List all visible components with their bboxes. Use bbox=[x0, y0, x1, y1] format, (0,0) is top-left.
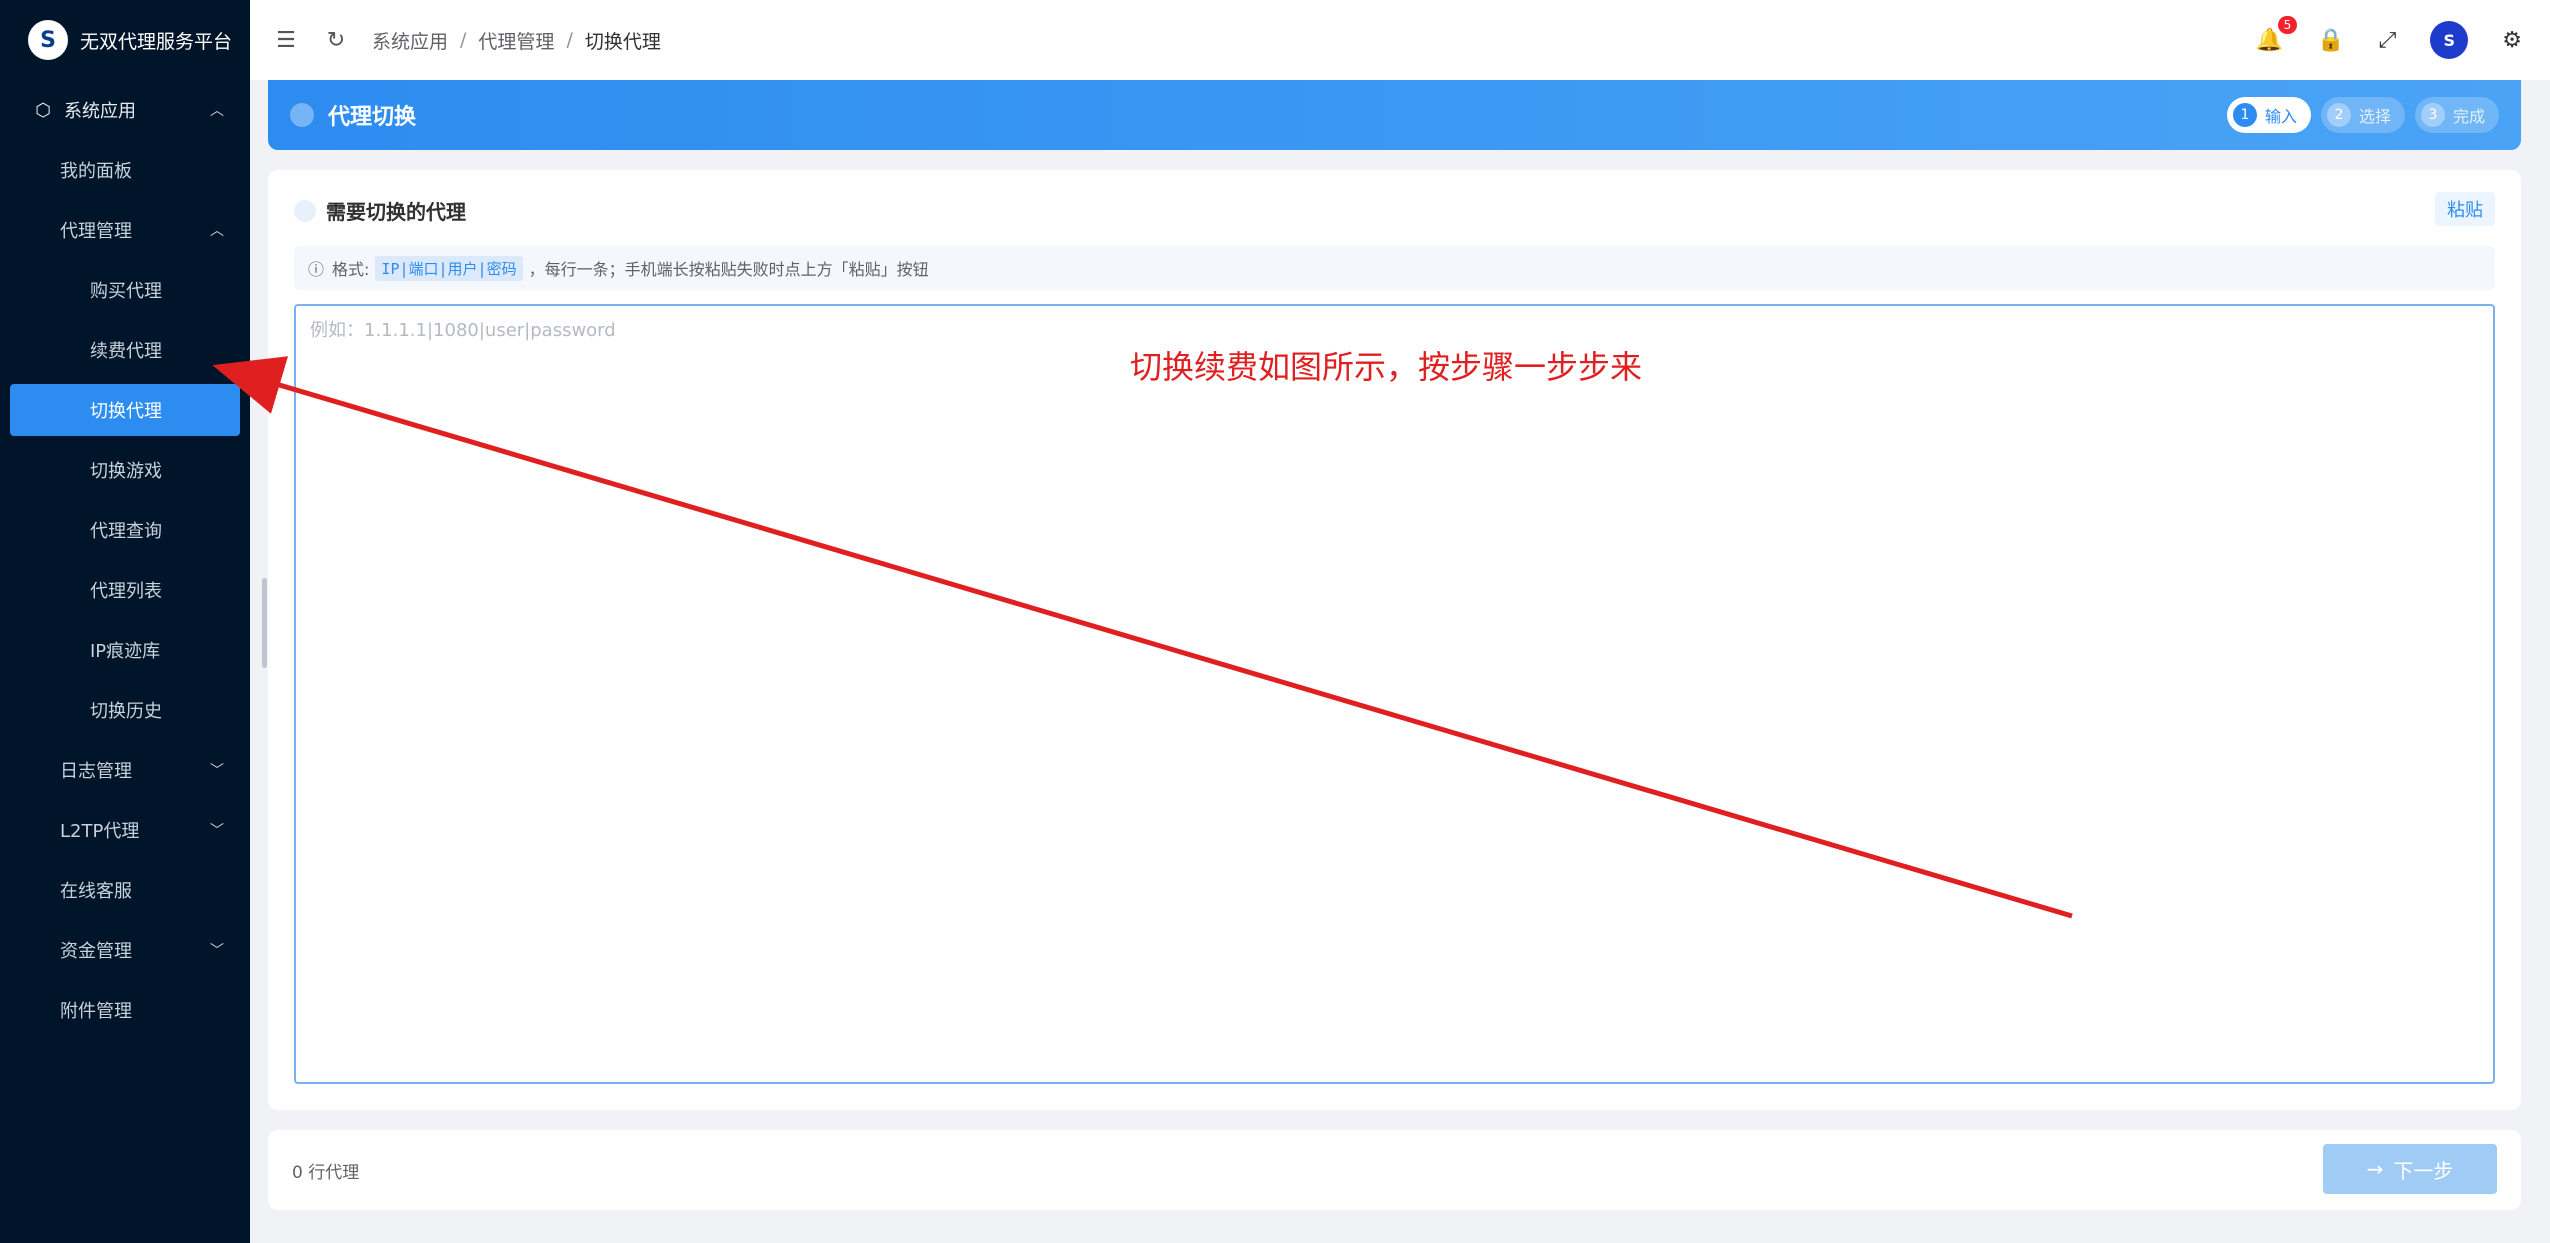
menu-collapse-icon[interactable]: ☰ bbox=[272, 28, 300, 53]
switch-icon bbox=[290, 103, 314, 127]
hint-prefix: 格式: bbox=[332, 260, 370, 279]
breadcrumb-item[interactable]: 代理管理 bbox=[478, 27, 554, 54]
sidebar-item-buy-proxy[interactable]: 购买代理 bbox=[0, 260, 250, 320]
format-hint: ⓘ 格式: IP|端口|用户|密码 ，每行一条；手机端长按粘贴失败时点上方「粘贴… bbox=[294, 246, 2495, 290]
step-label: 输入 bbox=[2264, 107, 2297, 126]
step-label: 选择 bbox=[2358, 107, 2391, 126]
sidebar-item-dashboard[interactable]: 我的面板 bbox=[0, 140, 250, 200]
sidebar-item-label: 切换历史 bbox=[90, 701, 162, 722]
sidebar-item-proxy-list[interactable]: 代理列表 bbox=[0, 560, 250, 620]
row-count: 0 行代理 bbox=[292, 1162, 360, 1183]
sidebar-item-label: IP痕迹库 bbox=[90, 641, 161, 662]
chevron-down-icon: ﹀ bbox=[210, 763, 224, 779]
fullscreen-icon[interactable]: ⤢ bbox=[2379, 28, 2397, 53]
step-complete: 3 完成 bbox=[2414, 97, 2499, 133]
sidebar-item-switch-game[interactable]: 切换游戏 bbox=[0, 440, 250, 500]
sidebar-item-label: 切换游戏 bbox=[90, 461, 162, 482]
next-step-label: 下一步 bbox=[2393, 1158, 2454, 1183]
sidebar-item-label: 代理查询 bbox=[90, 521, 162, 542]
sidebar-item-label: L2TP代理 bbox=[60, 821, 140, 842]
breadcrumb: 系统应用 / 代理管理 / 切换代理 bbox=[372, 27, 661, 54]
sidebar-item-switch-history[interactable]: 切换历史 bbox=[0, 680, 250, 740]
sidebar-item-label: 日志管理 bbox=[60, 761, 132, 782]
proxy-textarea[interactable] bbox=[294, 304, 2495, 1084]
chevron-up-icon: ︿ bbox=[210, 103, 224, 119]
hint-format-code: IP|端口|用户|密码 bbox=[375, 255, 523, 281]
notification-badge: 5 bbox=[2277, 15, 2298, 34]
sidebar-item-proxy-management[interactable]: 代理管理 ︿ bbox=[0, 200, 250, 260]
paste-button[interactable]: 粘贴 bbox=[2435, 192, 2495, 226]
chevron-up-icon: ︿ bbox=[210, 223, 224, 239]
cube-icon: ⬡ bbox=[35, 99, 51, 121]
header-actions: 🔔 5 🔒 ⤢ S ⚙ bbox=[2256, 0, 2522, 80]
info-icon: ⓘ bbox=[308, 260, 325, 279]
scrollbar[interactable] bbox=[262, 578, 267, 668]
arrow-right-icon: → bbox=[2366, 1157, 2384, 1181]
sidebar-item-online-support[interactable]: 在线客服 bbox=[0, 860, 250, 920]
brand-title: 无双代理服务平台 bbox=[80, 30, 233, 53]
sidebar-item-label: 购买代理 bbox=[90, 281, 162, 302]
bell-icon[interactable]: 🔔 5 bbox=[2256, 15, 2298, 53]
step-input: 1 输入 bbox=[2226, 97, 2311, 133]
card-title: 需要切换的代理 bbox=[326, 200, 466, 224]
sidebar-item-attachment-management[interactable]: 附件管理 bbox=[0, 980, 250, 1040]
sidebar-item-label: 附件管理 bbox=[60, 1001, 132, 1022]
breadcrumb-item[interactable]: 系统应用 bbox=[372, 27, 448, 54]
sidebar-item-system-apps[interactable]: ⬡ 系统应用 ︿ bbox=[0, 80, 250, 140]
sidebar-item-log-management[interactable]: 日志管理 ﹀ bbox=[0, 740, 250, 800]
sidebar-item-switch-proxy[interactable]: 切换代理 bbox=[10, 384, 240, 436]
sidebar-item-label: 在线客服 bbox=[60, 881, 132, 902]
refresh-icon[interactable]: ↻ bbox=[322, 28, 350, 53]
next-step-button[interactable]: → 下一步 bbox=[2323, 1144, 2497, 1194]
sidebar-item-label: 系统应用 bbox=[64, 101, 136, 122]
breadcrumb-separator: / bbox=[460, 29, 467, 51]
step-select: 2 选择 bbox=[2320, 97, 2405, 133]
proxy-input-card: 需要切换的代理 粘贴 ⓘ 格式: IP|端口|用户|密码 ，每行一条；手机端长按… bbox=[268, 170, 2521, 1110]
step-number: 1 bbox=[2232, 103, 2257, 127]
sidebar-item-proxy-query[interactable]: 代理查询 bbox=[0, 500, 250, 560]
sidebar-item-label: 代理管理 bbox=[60, 221, 132, 242]
sidebar-item-label: 代理列表 bbox=[90, 581, 162, 602]
steps: 1 输入 2 选择 3 完成 bbox=[2226, 97, 2499, 133]
step-label: 完成 bbox=[2452, 107, 2485, 126]
sidebar-item-label: 资金管理 bbox=[60, 941, 132, 962]
sidebar-item-ip-trace[interactable]: IP痕迹库 bbox=[0, 620, 250, 680]
hint-suffix: ，每行一条；手机端长按粘贴失败时点上方「粘贴」按钮 bbox=[528, 260, 929, 279]
avatar[interactable]: S bbox=[2430, 21, 2469, 59]
lock-icon[interactable]: 🔒 bbox=[2317, 28, 2344, 53]
step-number: 2 bbox=[2326, 103, 2351, 127]
sidebar: S 无双代理服务平台 ⬡ 系统应用 ︿ 我的面板 代理管理 ︿ 购买代理 续费代… bbox=[0, 0, 250, 1243]
chevron-down-icon: ﹀ bbox=[210, 943, 224, 959]
logo-icon: S bbox=[28, 20, 68, 60]
top-header: ☰ ↻ 系统应用 / 代理管理 / 切换代理 🔔 5 🔒 ⤢ S ⚙ bbox=[250, 0, 2550, 80]
chevron-down-icon: ﹀ bbox=[210, 823, 224, 839]
page-banner: 代理切换 1 输入 2 选择 3 完成 bbox=[268, 80, 2521, 150]
sidebar-item-label: 切换代理 bbox=[90, 401, 162, 422]
annotation-text: 切换续费如图所示，按步骤一步步来 bbox=[1130, 348, 1643, 386]
breadcrumb-separator: / bbox=[566, 29, 573, 51]
sidebar-item-l2tp-proxy[interactable]: L2TP代理 ﹀ bbox=[0, 800, 250, 860]
sidebar-menu: ⬡ 系统应用 ︿ 我的面板 代理管理 ︿ 购买代理 续费代理 切换代理 切换游戏… bbox=[0, 80, 250, 1040]
list-icon bbox=[294, 199, 316, 222]
card-header: 需要切换的代理 bbox=[294, 196, 466, 225]
sidebar-item-label: 我的面板 bbox=[60, 161, 132, 182]
page-title: 代理切换 bbox=[328, 105, 417, 130]
step-number: 3 bbox=[2420, 103, 2445, 127]
gear-icon[interactable]: ⚙ bbox=[2502, 28, 2522, 53]
sidebar-item-renew-proxy[interactable]: 续费代理 bbox=[0, 320, 250, 380]
sidebar-item-fund-management[interactable]: 资金管理 ﹀ bbox=[0, 920, 250, 980]
footer-bar: 0 行代理 → 下一步 bbox=[268, 1130, 2521, 1210]
breadcrumb-current: 切换代理 bbox=[584, 30, 661, 53]
sidebar-item-label: 续费代理 bbox=[90, 341, 162, 362]
brand[interactable]: S 无双代理服务平台 bbox=[0, 0, 250, 80]
